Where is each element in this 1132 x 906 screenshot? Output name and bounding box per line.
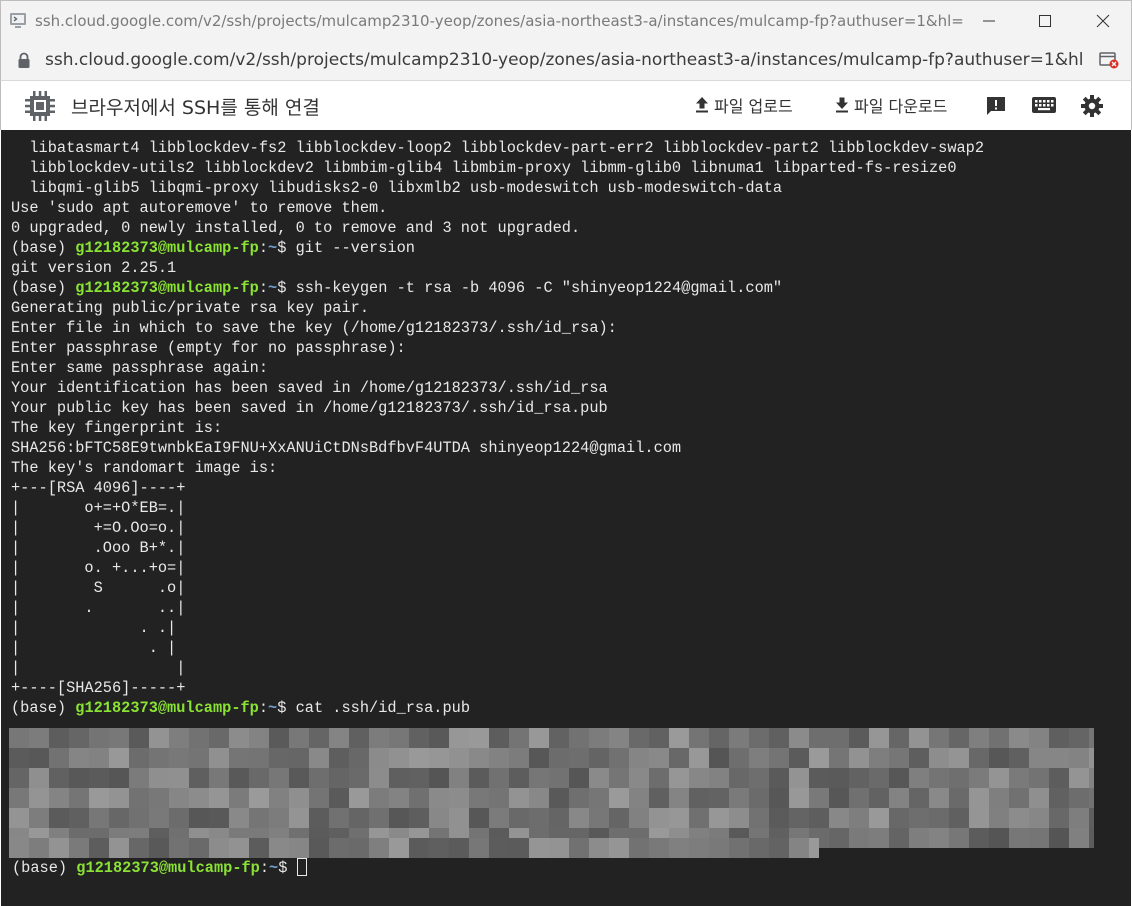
randomart-line: | o+=+O*EB=.|	[11, 499, 186, 517]
randomart-line: | o. +...+o=|	[11, 559, 186, 577]
terminal-line: Generating public/private rsa key pair.	[11, 299, 370, 317]
close-icon	[1096, 14, 1110, 28]
terminal-line: 0 upgraded, 0 newly installed, 0 to remo…	[11, 219, 581, 237]
randomart-line: | . |	[11, 639, 177, 657]
command-text: git --version	[295, 239, 415, 257]
download-icon	[836, 97, 848, 113]
blocked-popup-icon[interactable]	[1099, 51, 1119, 69]
download-file-button[interactable]: 파일 다운로드	[834, 93, 947, 117]
terminal-line: Use 'sudo apt autoremove' to remove them…	[11, 199, 388, 217]
settings-gear-icon[interactable]	[1080, 94, 1104, 118]
address-bar: ssh.cloud.google.com/v2/ssh/projects/mul…	[0, 40, 1132, 80]
page-title: 브라우저에서 SSH를 통해 연결	[71, 97, 320, 119]
redacted-key-tail	[9, 838, 819, 858]
terminal-line: libatasmart4 libblockdev-fs2 libblockdev…	[11, 139, 985, 157]
compute-chip-icon	[25, 91, 55, 121]
command-text: ssh-keygen -t rsa -b 4096 -C "shinyeop12…	[295, 279, 783, 297]
randomart-line: +---[RSA 4096]----+	[11, 479, 186, 497]
close-button[interactable]	[1075, 1, 1131, 41]
terminal-line: Your identification has been saved in /h…	[11, 379, 608, 397]
terminal-cursor	[296, 858, 307, 876]
terminal-prompt-line: (base) g12182373@mulcamp-fp:~$ cat .ssh/…	[11, 699, 471, 717]
minimize-button[interactable]	[961, 1, 1017, 41]
randomart-line: | . ..|	[11, 599, 186, 617]
terminal-line: libblockdev-utils2 libblockdev2 libmbim-…	[11, 159, 957, 177]
terminal-line: The key fingerprint is:	[11, 419, 223, 437]
terminal-line: The key's randomart image is:	[11, 459, 278, 477]
terminal-line: Enter passphrase (empty for no passphras…	[11, 339, 406, 357]
terminal-window-icon	[10, 13, 26, 28]
redacted-key-block	[9, 728, 1094, 848]
minimize-icon	[983, 20, 995, 22]
terminal-screen[interactable]: libatasmart4 libblockdev-fs2 libblockdev…	[1, 130, 1131, 906]
randomart-line: | S .o|	[11, 579, 186, 597]
command-text: cat .ssh/id_rsa.pub	[295, 699, 471, 717]
ssh-toolbar: 브라우저에서 SSH를 통해 연결 파일 업로드 파일 다운로드	[0, 80, 1132, 130]
randomart-line: +----[SHA256]-----+	[11, 679, 186, 697]
terminal-line: Enter same passphrase again:	[11, 359, 269, 377]
randomart-line: | +=O.Oo=o.|	[11, 519, 186, 537]
terminal-prompt-line: (base) g12182373@mulcamp-fp:~$ git --ver…	[11, 239, 415, 257]
maximize-button[interactable]	[1017, 1, 1073, 41]
maximize-icon	[1039, 15, 1051, 27]
terminal-line: SHA256:bFTC58E9twnbkEaI9FNU+XxANUiCtDNsB…	[11, 439, 682, 457]
randomart-line: | . .|	[11, 619, 177, 637]
keyboard-icon[interactable]	[1031, 94, 1057, 116]
terminal-line: Enter file in which to save the key (/ho…	[11, 319, 617, 337]
upload-label: 파일 업로드	[714, 97, 793, 116]
upload-icon	[696, 97, 708, 113]
randomart-line: | |	[11, 659, 186, 677]
lock-icon[interactable]	[17, 52, 31, 69]
terminal-line: git version 2.25.1	[11, 259, 177, 277]
url-text[interactable]: ssh.cloud.google.com/v2/ssh/projects/mul…	[45, 50, 1085, 70]
terminal-line: libqmi-glib5 libqmi-proxy libudisks2-0 l…	[11, 179, 783, 197]
feedback-icon[interactable]	[984, 94, 1008, 118]
terminal-prompt-line: (base) g12182373@mulcamp-fp:~$ ssh-keyge…	[11, 279, 783, 297]
window-titlebar: ssh.cloud.google.com/v2/ssh/projects/mul…	[0, 0, 1132, 40]
download-label: 파일 다운로드	[854, 97, 948, 116]
upload-file-button[interactable]: 파일 업로드	[694, 93, 793, 117]
terminal-line: Your public key has been saved in /home/…	[11, 399, 608, 417]
terminal-prompt-line: (base) g12182373@mulcamp-fp:~$	[12, 858, 307, 878]
window-title: ssh.cloud.google.com/v2/ssh/projects/mul…	[35, 12, 965, 30]
randomart-line: | .Ooo B+*.|	[11, 539, 186, 557]
